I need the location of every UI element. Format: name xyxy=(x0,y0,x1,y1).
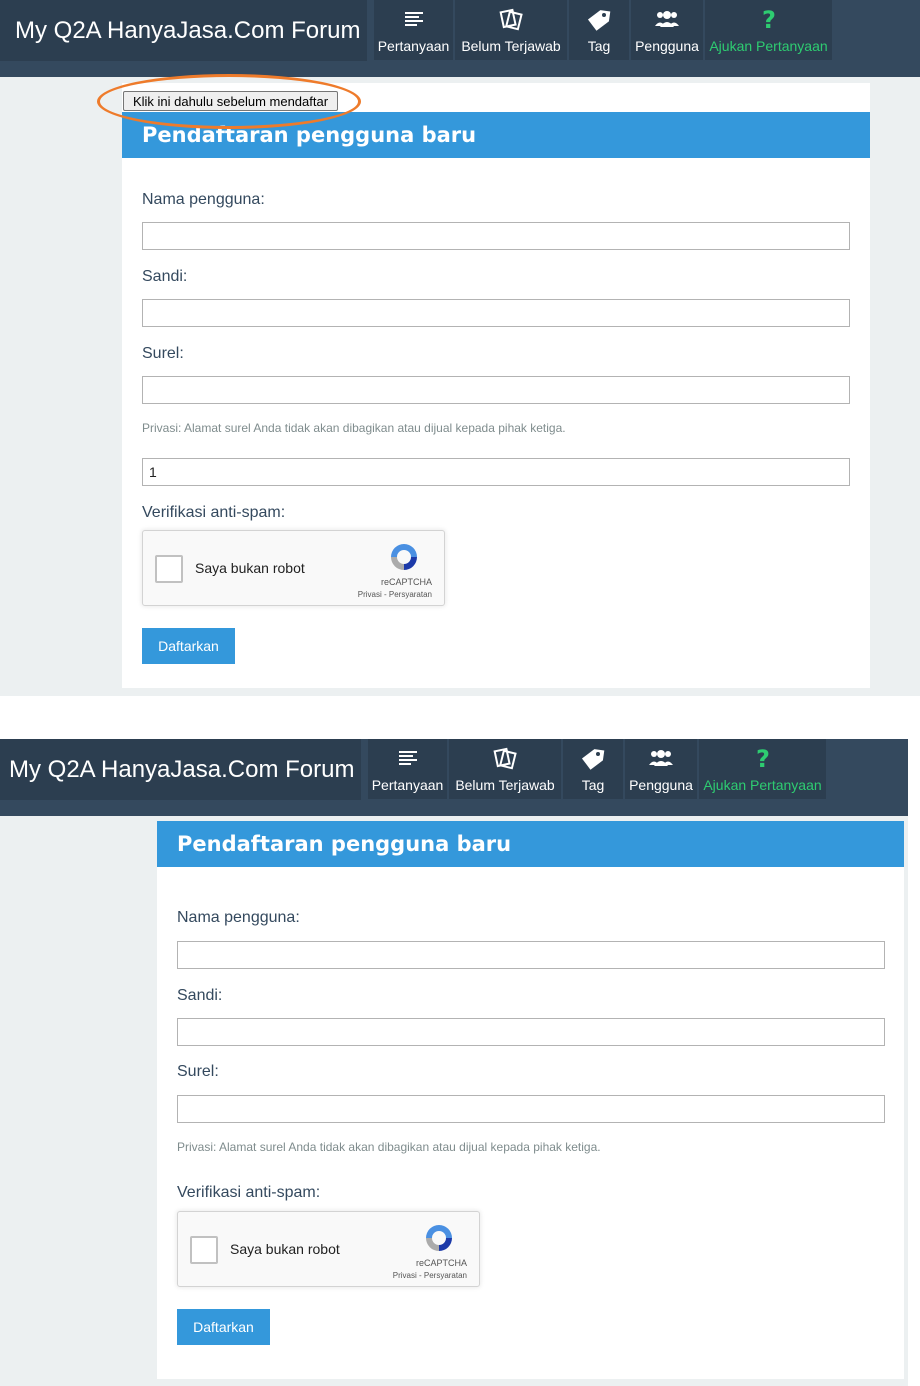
nav-item-questions[interactable]: Pertanyaan xyxy=(368,739,447,799)
question-icon: ? xyxy=(754,743,772,773)
recaptcha-widget: Saya bukan robot reCAPTCHA Privasi - Per… xyxy=(177,1211,480,1287)
nav-item-unanswered[interactable]: Belum Terjawab xyxy=(449,739,561,799)
antispam-label: Verifikasi anti-spam: xyxy=(142,504,286,521)
username-field[interactable] xyxy=(142,222,850,250)
antispam-label: Verifikasi anti-spam: xyxy=(177,1184,321,1201)
nav-label: Pertanyaan xyxy=(371,777,444,793)
hidden-token-field[interactable] xyxy=(142,458,850,486)
username-label: Nama pengguna: xyxy=(142,191,265,208)
recaptcha-brand: reCAPTCHA xyxy=(380,577,432,587)
top-bar: My Q2A HanyaJasa.Com Forum Pertanyaan Be… xyxy=(0,739,908,816)
nav-item-ask-question[interactable]: ? Ajukan Pertanyaan xyxy=(699,739,826,799)
tag-icon xyxy=(580,743,606,773)
highlight-ellipse xyxy=(97,74,361,129)
register-card: Pendaftaran pengguna baru Nama pengguna:… xyxy=(122,83,870,688)
recaptcha-logo-icon xyxy=(388,541,420,578)
recaptcha-links[interactable]: Privasi - Persyaratan xyxy=(358,590,432,599)
cards-icon xyxy=(493,743,517,773)
page-title: Pendaftaran pengguna baru xyxy=(157,821,904,867)
top-bar: My Q2A HanyaJasa.Com Forum Pertanyaan Be… xyxy=(0,0,920,77)
password-field[interactable] xyxy=(177,1018,885,1046)
nav-item-users[interactable]: Pengguna xyxy=(631,0,703,60)
svg-text:?: ? xyxy=(756,745,770,771)
nav-label: Tag xyxy=(587,38,611,54)
users-icon xyxy=(648,743,674,773)
nav-label: Belum Terjawab xyxy=(461,38,561,54)
nav-label: Tag xyxy=(581,777,605,793)
register-card: Pendaftaran pengguna baru Nama pengguna:… xyxy=(157,821,904,1379)
users-icon xyxy=(654,4,680,34)
nav-item-unanswered[interactable]: Belum Terjawab xyxy=(455,0,567,60)
register-button[interactable]: Daftarkan xyxy=(177,1309,270,1345)
nav-item-users[interactable]: Pengguna xyxy=(625,739,697,799)
question-icon: ? xyxy=(760,4,778,34)
recaptcha-label: Saya bukan robot xyxy=(230,1241,340,1257)
register-button[interactable]: Daftarkan xyxy=(142,628,235,664)
email-label: Surel: xyxy=(142,345,184,362)
recaptcha-links[interactable]: Privasi - Persyaratan xyxy=(393,1271,467,1280)
email-field[interactable] xyxy=(177,1095,885,1123)
site-logo[interactable]: My Q2A HanyaJasa.Com Forum xyxy=(0,0,367,61)
nav-label: Ajukan Pertanyaan xyxy=(709,38,828,54)
main-nav: Pertanyaan Belum Terjawab Tag Pengguna ?… xyxy=(368,739,826,799)
email-label: Surel: xyxy=(177,1063,219,1080)
nav-label: Belum Terjawab xyxy=(455,777,555,793)
email-field[interactable] xyxy=(142,376,850,404)
recaptcha-brand: reCAPTCHA xyxy=(415,1258,467,1268)
nav-item-tags[interactable]: Tag xyxy=(569,0,629,60)
nav-label: Pengguna xyxy=(635,38,699,54)
username-label: Nama pengguna: xyxy=(177,909,300,926)
tag-icon xyxy=(586,4,612,34)
cards-icon xyxy=(499,4,523,34)
password-field[interactable] xyxy=(142,299,850,327)
list-icon xyxy=(398,743,417,773)
recaptcha-widget: Saya bukan robot reCAPTCHA Privasi - Per… xyxy=(142,530,445,606)
nav-item-tags[interactable]: Tag xyxy=(563,739,623,799)
privacy-note: Privasi: Alamat surel Anda tidak akan di… xyxy=(142,421,566,435)
nav-item-ask-question[interactable]: ? Ajukan Pertanyaan xyxy=(705,0,832,60)
nav-label: Ajukan Pertanyaan xyxy=(703,777,822,793)
screenshot-after: My Q2A HanyaJasa.Com Forum Pertanyaan Be… xyxy=(0,739,908,1386)
username-field[interactable] xyxy=(177,941,885,969)
recaptcha-checkbox[interactable] xyxy=(190,1236,218,1264)
privacy-note: Privasi: Alamat surel Anda tidak akan di… xyxy=(177,1140,601,1154)
svg-text:?: ? xyxy=(762,6,776,32)
main-nav: Pertanyaan Belum Terjawab Tag Pengguna ?… xyxy=(374,0,832,60)
nav-label: Pertanyaan xyxy=(377,38,450,54)
screenshot-before: My Q2A HanyaJasa.Com Forum Pertanyaan Be… xyxy=(0,0,920,696)
list-icon xyxy=(404,4,423,34)
recaptcha-label: Saya bukan robot xyxy=(195,560,305,576)
recaptcha-checkbox[interactable] xyxy=(155,555,183,583)
recaptcha-logo-icon xyxy=(423,1222,455,1259)
password-label: Sandi: xyxy=(142,268,188,285)
nav-item-questions[interactable]: Pertanyaan xyxy=(374,0,453,60)
password-label: Sandi: xyxy=(177,987,223,1004)
nav-label: Pengguna xyxy=(629,777,693,793)
site-logo[interactable]: My Q2A HanyaJasa.Com Forum xyxy=(0,739,361,800)
